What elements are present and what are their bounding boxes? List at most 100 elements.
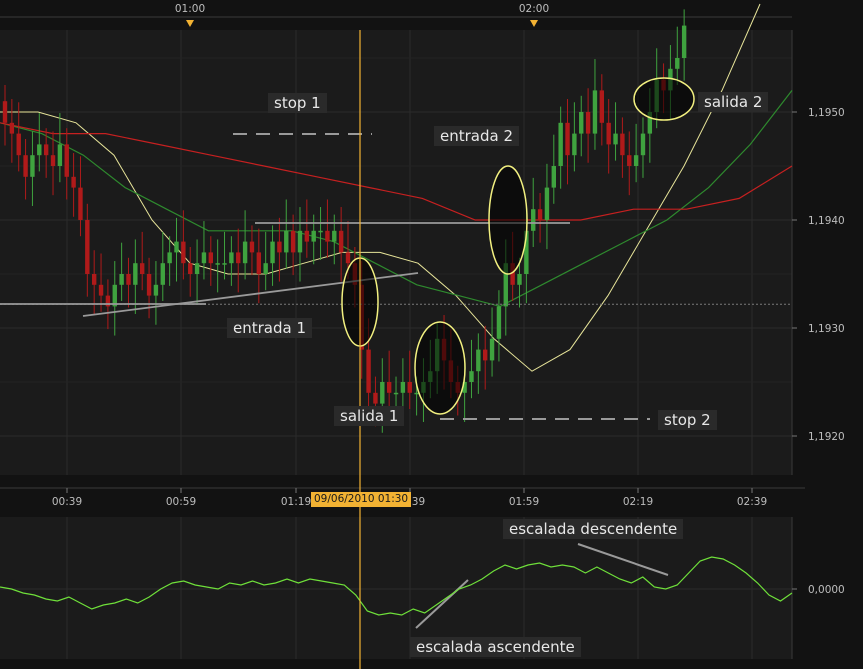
annotation-salida-2: salida 2 xyxy=(698,92,769,112)
candle-body xyxy=(531,209,536,231)
candle-body xyxy=(483,349,488,361)
candle-body xyxy=(400,382,406,393)
candle-body xyxy=(290,230,296,253)
candle-body xyxy=(64,144,69,177)
annotation-salida-1: salida 1 xyxy=(334,406,405,426)
annotation-escalada-ascendente: escalada ascendente xyxy=(410,637,581,657)
cursor-date-label: 09/06/2010 01:30 xyxy=(311,492,412,507)
candle-body xyxy=(43,144,49,156)
candle-body xyxy=(496,306,502,339)
candle-body xyxy=(380,382,385,404)
candle-body xyxy=(386,382,392,393)
annotation-stop-2: stop 2 xyxy=(658,410,717,430)
session-label-1: 01:00 xyxy=(175,3,205,15)
candle-body xyxy=(297,230,303,253)
candle-body xyxy=(50,155,56,166)
annotation-escalada-descendente: escalada descendente xyxy=(503,519,684,539)
candle-body xyxy=(606,122,611,145)
candle-body xyxy=(249,241,255,253)
candle-body xyxy=(414,392,419,395)
candle-body xyxy=(366,349,371,393)
candle-body xyxy=(229,252,234,264)
candle-body xyxy=(71,176,76,188)
candle-body xyxy=(2,101,8,123)
candle-body xyxy=(30,155,35,177)
candle-body xyxy=(277,241,282,253)
candle-body xyxy=(640,133,646,156)
candle-body xyxy=(517,274,522,285)
candle-body xyxy=(332,230,337,242)
candle-body xyxy=(174,241,179,253)
candle-body xyxy=(263,263,268,274)
candle-body xyxy=(256,252,262,274)
candle-body xyxy=(194,263,200,274)
candle-body xyxy=(544,187,550,220)
candle-body xyxy=(167,252,172,264)
candle-body xyxy=(16,133,21,156)
price-tick-label: 1,1940 xyxy=(808,215,845,227)
ellipse-entrada-2 xyxy=(488,165,528,275)
annotation-entrada-2: entrada 2 xyxy=(434,126,520,146)
candle-body xyxy=(627,155,632,166)
candle-body xyxy=(91,274,97,285)
candle-body xyxy=(57,144,63,166)
candle-body xyxy=(133,263,138,285)
indicator-tick-label: 0,0000 xyxy=(808,584,845,596)
candle-body xyxy=(236,252,241,264)
annotation-entrada-1: entrada 1 xyxy=(227,318,313,338)
candle-body xyxy=(311,230,316,242)
candle-body xyxy=(599,90,605,123)
candle-body xyxy=(345,252,351,264)
price-tick-label: 1,1920 xyxy=(808,431,845,443)
candle-body xyxy=(98,284,104,296)
candle-body xyxy=(188,263,193,274)
time-tick-label: 01:59 xyxy=(509,496,539,508)
time-tick-label: 00:59 xyxy=(166,496,196,508)
candle-body xyxy=(208,252,213,264)
candle-body xyxy=(373,392,378,404)
candle-body xyxy=(537,209,543,220)
candle-body xyxy=(153,284,159,296)
candle-body xyxy=(284,230,289,253)
session-label-2: 02:00 xyxy=(519,3,549,15)
candle-body xyxy=(585,112,591,134)
time-tick-label: 02:19 xyxy=(623,496,653,508)
candle-body xyxy=(620,133,625,156)
time-tick-label: 02:39 xyxy=(737,496,767,508)
candle-body xyxy=(201,252,207,264)
candle-body xyxy=(565,122,570,156)
candle-body xyxy=(572,133,577,156)
candle-body xyxy=(558,122,563,166)
candle-body xyxy=(407,382,412,393)
candle-body xyxy=(78,187,83,220)
candle-body xyxy=(551,166,556,188)
candle-body xyxy=(613,133,618,145)
candle-body xyxy=(318,230,323,233)
candle-body xyxy=(681,25,687,59)
candle-body xyxy=(338,230,344,253)
candle-body xyxy=(579,112,584,134)
candle-body xyxy=(215,263,220,265)
candle-body xyxy=(126,274,131,285)
ellipse-salida-2 xyxy=(633,77,695,121)
candle-body xyxy=(242,241,248,264)
candle-body xyxy=(592,90,598,134)
candle-body xyxy=(270,241,275,264)
candle-body xyxy=(675,58,680,69)
candle-body xyxy=(476,349,481,372)
candle-body xyxy=(181,241,186,264)
candle-body xyxy=(222,263,227,265)
candle-body xyxy=(146,274,152,296)
candle-body xyxy=(160,263,165,285)
candle-body xyxy=(393,392,399,395)
candle-body xyxy=(9,122,15,134)
candle-body xyxy=(119,274,124,285)
candle-body xyxy=(85,220,90,274)
candle-body xyxy=(23,155,28,177)
candle-body xyxy=(469,371,474,382)
candle-body xyxy=(489,338,495,361)
price-tick-label: 1,1950 xyxy=(808,107,845,119)
candle-body xyxy=(325,230,330,242)
time-tick-label: 01:19 xyxy=(281,496,311,508)
ellipse-salida-1 xyxy=(414,321,466,415)
